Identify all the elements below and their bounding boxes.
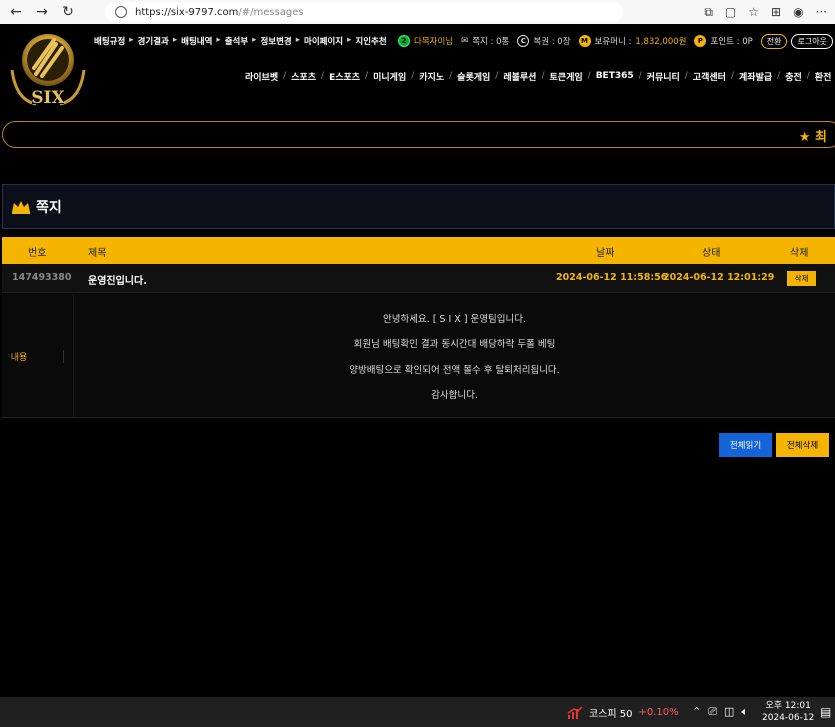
clock-date: 2024-06-12	[762, 713, 815, 723]
top-bar: 배팅규정 ▸ 경기결과 ▸ 배팅내역 ▸ 출석부 ▸ 정보변경 ▸ 마이페이지 ▸ 지인추천…	[94, 32, 835, 50]
message-line-3: 양방배팅으로 확인되어 전액 몰수 후 탈퇴처리됩니다.	[349, 364, 560, 376]
top-link-mypage[interactable]: 마이페이지	[304, 35, 343, 47]
notice-marquee: ★ 최	[2, 121, 835, 148]
nav-bet365[interactable]: BET365	[596, 71, 634, 81]
crown-icon	[12, 200, 30, 214]
mail-icon: ✉	[461, 36, 469, 46]
top-link-attendance[interactable]: 출석부	[225, 35, 248, 47]
convert-button[interactable]: 전환	[760, 33, 788, 49]
top-link-profile[interactable]: 정보변경	[260, 35, 291, 47]
clock-time: 오후 12:01	[765, 701, 811, 711]
refresh-icon[interactable]: ↻	[58, 2, 78, 22]
marquee-text: ★ 최	[798, 130, 827, 145]
system-tray: ⌃ ⎚ ◫ 🔈︎	[692, 705, 748, 719]
section-header: 쪽지	[2, 184, 835, 229]
site-page: SIX 배팅규정 ▸ 경기결과 ▸ 배팅내역 ▸ 출석부 ▸ 정보변경 ▸ 마이페이지 ▸ …	[2, 24, 835, 692]
content-label: 내용	[11, 349, 65, 363]
balance-value: 1,832,000원	[635, 37, 687, 47]
stock-change: +0.10%	[638, 707, 679, 718]
content-label-cell: 내용	[2, 294, 74, 418]
profile-icon[interactable]: ◉	[793, 5, 803, 19]
favorite-icon[interactable]: ☆	[748, 5, 759, 19]
device-icon[interactable]: ◫	[724, 705, 734, 719]
logout-button[interactable]: 로그아웃	[791, 33, 833, 49]
nav-slot[interactable]: 슬롯게임	[457, 70, 490, 83]
address-bar[interactable]: https://six-9797.com/#/messages	[105, 2, 623, 22]
points-icon: P	[694, 35, 707, 47]
col-subject: 제목	[88, 248, 107, 259]
system-clock[interactable]: 오후 12:01 2024-06-12	[762, 700, 814, 724]
nav-deposit[interactable]: 충전	[785, 70, 802, 83]
top-link-history[interactable]: 배팅내역	[181, 35, 212, 47]
message-content: 내용 안녕하세요. [ S I X ] 운영팀입니다. 회원님 배팅확인 결과 …	[2, 294, 835, 418]
coupon-icon: C	[517, 35, 530, 47]
logo-text: SIX	[31, 88, 65, 108]
top-link-results[interactable]: 경기결과	[138, 35, 169, 47]
network-icon[interactable]: ⎚	[708, 705, 717, 719]
points-label: 포인트 : 0P	[710, 37, 753, 47]
col-date: 날짜	[596, 248, 615, 259]
col-no: 번호	[28, 248, 47, 259]
row-status: 2024-06-12 12:01:29	[663, 272, 775, 283]
read-all-button[interactable]: 전체읽기	[719, 433, 772, 457]
stock-name: 코스피 50	[589, 709, 633, 720]
stock-widget[interactable]: 코스피 50 +0.10%	[567, 705, 679, 720]
col-delete: 삭제	[790, 248, 809, 259]
extensions-icon[interactable]: ⧉	[704, 5, 713, 20]
globe-icon	[115, 6, 127, 18]
user-info: 2 다목자이님 ✉ 쪽지 : 0통 C 복권 : 0장 M 보유머니 : 1,8…	[398, 32, 833, 50]
table-row[interactable]: 147493380 운영진입니다. 2024-06-12 11:58:56 20…	[2, 264, 835, 293]
nav-esports[interactable]: E스포츠	[329, 70, 360, 83]
balance-label: 보유머니 :	[594, 37, 632, 47]
nav-evolution[interactable]: 레볼루션	[503, 70, 536, 83]
page-title: 쪽지	[36, 199, 62, 216]
volume-icon[interactable]: 🔈︎	[741, 705, 748, 719]
notification-icon[interactable]: ▤	[820, 705, 831, 719]
message-line-1: 안녕하세요. [ S I X ] 운영팀입니다.	[382, 314, 527, 326]
nav-sports[interactable]: 스포츠	[291, 70, 316, 83]
nav-community[interactable]: 커뮤니티	[647, 70, 680, 83]
level-icon: 2	[398, 35, 410, 47]
delete-all-button[interactable]: 전체삭제	[776, 433, 829, 457]
main-nav: 라이브벳 / 스포츠 / E스포츠 / 미니게임 / 카지노 / 슬롯게임 / 레볼루션 / …	[245, 70, 832, 83]
stock-chart-icon	[567, 705, 583, 719]
message-line-4: 감사합니다.	[431, 389, 478, 401]
row-subject[interactable]: 운영진입니다.	[88, 272, 147, 287]
browser-actions: ⧉ ▢ ☆ ⊞ ◉ ···	[704, 2, 827, 22]
notes-count[interactable]: 쪽지 : 0통	[472, 35, 509, 47]
site-logo[interactable]: SIX	[6, 30, 90, 110]
windows-taskbar: 코스피 50 +0.10% ⌃ ⎚ ◫ 🔈︎ 오후 12:01 2024-06-…	[0, 697, 835, 727]
top-link-rules[interactable]: 배팅규정	[94, 35, 125, 47]
more-icon[interactable]: ···	[816, 5, 827, 19]
money-icon: M	[578, 35, 591, 47]
forward-icon[interactable]: →	[32, 2, 52, 22]
message-line-2: 회원님 배팅확인 결과 동시간대 배당하락 두폴 베팅	[353, 339, 556, 351]
browser-toolbar: ← → ↻ https://six-9797.com/#/messages ⧉ …	[0, 0, 835, 24]
top-link-referral[interactable]: 지인추천	[355, 35, 386, 47]
top-links: 배팅규정 ▸ 경기결과 ▸ 배팅내역 ▸ 출석부 ▸ 정보변경 ▸ 마이페이지 ▸ 지인추천	[94, 35, 387, 47]
nav-minigame[interactable]: 미니게임	[373, 70, 406, 83]
table-header: 번호 제목 날짜 상태 삭제	[2, 237, 835, 264]
reading-view-icon[interactable]: ▢	[725, 5, 736, 19]
col-status: 상태	[702, 248, 721, 259]
username: 다목자이님	[414, 37, 454, 47]
nav-casino[interactable]: 카지노	[419, 70, 444, 83]
tray-expand-icon[interactable]: ⌃	[692, 705, 701, 719]
nav-support[interactable]: 고객센터	[693, 70, 726, 83]
row-delete-button[interactable]: 삭제	[787, 271, 816, 286]
nav-token[interactable]: 토큰게임	[550, 70, 583, 83]
row-date: 2024-06-12 11:58:56	[556, 272, 668, 283]
nav-account[interactable]: 계좌발급	[739, 70, 772, 83]
nav-withdraw[interactable]: 환전	[815, 70, 832, 83]
coupon-count[interactable]: 복권 : 0장	[533, 35, 570, 47]
collections-icon[interactable]: ⊞	[771, 5, 781, 19]
url-path: /#/messages	[238, 6, 304, 18]
message-body: 안녕하세요. [ S I X ] 운영팀입니다. 회원님 배팅확인 결과 동시간…	[74, 294, 835, 418]
url-host: https://six-9797.com	[135, 6, 239, 18]
back-icon[interactable]: ←	[6, 2, 26, 22]
nav-live-bet[interactable]: 라이브벳	[245, 70, 278, 83]
row-no: 147493380	[12, 272, 72, 283]
